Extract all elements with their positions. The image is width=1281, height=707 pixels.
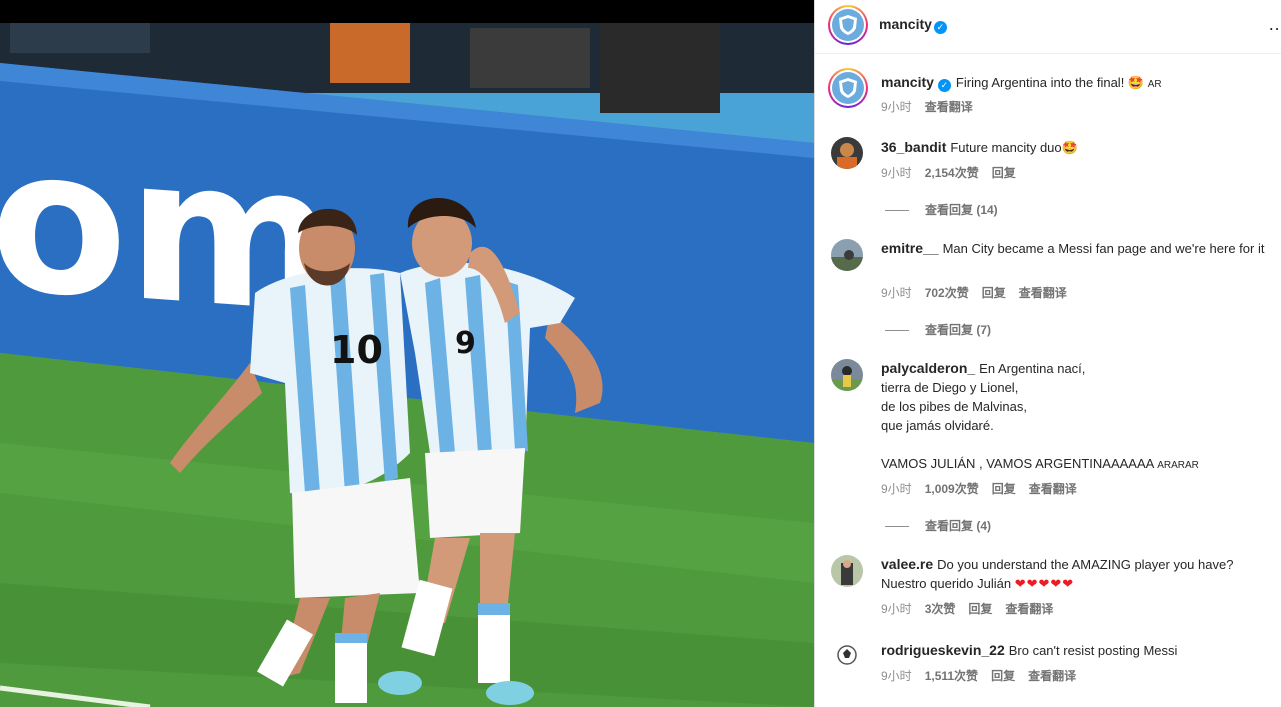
caption-tag: AR	[1147, 79, 1162, 90]
instagram-post-view: om 10 9 mancity ✓ mancity ✓ Firing Argen…	[0, 0, 1281, 707]
comment-time[interactable]: 9小时	[881, 286, 912, 300]
comment-time[interactable]: 9小时	[881, 482, 912, 496]
caption-username[interactable]: mancity	[881, 74, 934, 90]
comment-likes[interactable]: 2,154次赞	[925, 166, 979, 180]
comment-time[interactable]: 9小时	[881, 602, 912, 616]
man-city-crest-icon	[832, 9, 864, 41]
post-photo[interactable]: om 10 9	[0, 23, 814, 707]
reply-button[interactable]: 回复	[992, 166, 1016, 180]
commenter-avatar[interactable]	[831, 359, 863, 391]
reply-button[interactable]: 回复	[982, 286, 1006, 300]
post-header: mancity✓ …	[815, 0, 1281, 54]
comment-blank-line	[881, 435, 1266, 454]
verified-badge-icon: ✓	[937, 79, 951, 92]
comment-tag: ARARAR	[1157, 460, 1199, 471]
comment-likes[interactable]: 1,511次赞	[925, 669, 978, 683]
commenter-avatar[interactable]	[831, 641, 863, 673]
comment-username[interactable]: rodrigueskevin_22	[881, 642, 1005, 658]
view-replies-button[interactable]: 查看回复 (14)	[885, 201, 998, 218]
commenter-avatar[interactable]	[831, 555, 863, 587]
comment-time[interactable]: 9小时	[881, 669, 912, 683]
view-replies-button[interactable]: 查看回复 (7)	[885, 321, 991, 338]
jersey-number-9: 9	[455, 326, 476, 361]
comment-username[interactable]: emitre__	[881, 240, 939, 256]
comment-text-line: de los pibes de Malvinas,	[881, 399, 1027, 414]
comment-text-line: tierra de Diego y Lionel,	[881, 380, 1019, 395]
reply-button[interactable]: 回复	[992, 482, 1016, 496]
comment-time[interactable]: 9小时	[881, 166, 912, 180]
author-username[interactable]: mancity	[879, 16, 932, 32]
translate-button[interactable]: 查看翻译	[1029, 482, 1077, 496]
comment-text: Bro can't resist posting Messi	[1008, 643, 1178, 658]
hearts-emoji: ❤❤❤❤❤	[1014, 576, 1075, 591]
comment-text-line: que jamás olvidaré.	[881, 418, 994, 433]
view-replies-label: 查看回复 (4)	[925, 519, 992, 533]
comment-text-line: VAMOS JULIÁN , VAMOS ARGENTINAAAAAA	[881, 456, 1154, 471]
comment-username[interactable]: 36_bandit	[881, 139, 946, 155]
reply-button[interactable]: 回复	[968, 602, 992, 616]
view-replies-button[interactable]: 查看回复 (4)	[885, 517, 991, 534]
view-replies-label: 查看回复 (14)	[925, 203, 998, 217]
man-city-crest-icon	[832, 72, 864, 104]
media-top-bar	[0, 0, 814, 23]
commenter-avatar[interactable]	[831, 239, 863, 271]
comment-likes[interactable]: 1,009次赞	[925, 482, 979, 496]
caption-text: Firing Argentina into the final! 🤩	[955, 75, 1145, 90]
caption-translate-button[interactable]: 查看翻译	[925, 100, 973, 114]
jersey-number-10: 10	[330, 328, 383, 372]
caption-avatar[interactable]	[828, 68, 868, 108]
comment-likes[interactable]: 3次赞	[925, 602, 956, 616]
reply-button[interactable]: 回复	[991, 669, 1015, 683]
caption-time[interactable]: 9小时	[881, 100, 912, 114]
author-avatar[interactable]	[828, 5, 868, 45]
translate-button[interactable]: 查看翻译	[1019, 286, 1067, 300]
comment-text: Future mancity duo🤩	[950, 140, 1078, 155]
comment-text-line: En Argentina nací,	[979, 361, 1086, 376]
comment-username[interactable]: valee.re	[881, 556, 933, 572]
verified-badge-icon: ✓	[933, 21, 947, 34]
translate-button[interactable]: 查看翻译	[1005, 602, 1053, 616]
comment-text: Man City became a Messi fan page and we'…	[942, 241, 1265, 256]
more-options-icon[interactable]: …	[1268, 14, 1281, 35]
view-replies-label: 查看回复 (7)	[925, 323, 992, 337]
commenter-avatar[interactable]	[831, 137, 863, 169]
comments-panel: mancity✓ … mancity✓Firing Argentina into…	[814, 0, 1281, 707]
comment-username[interactable]: palycalderon_	[881, 360, 975, 376]
translate-button[interactable]: 查看翻译	[1028, 669, 1076, 683]
post-media: om 10 9	[0, 0, 814, 707]
comment-likes[interactable]: 702次赞	[925, 286, 969, 300]
